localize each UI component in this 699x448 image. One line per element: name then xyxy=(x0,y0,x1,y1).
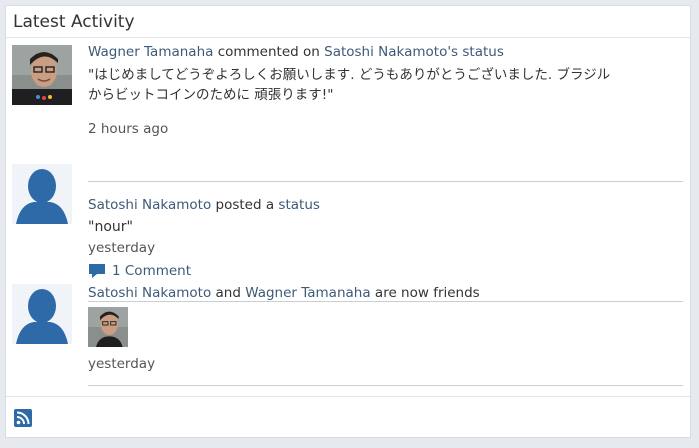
comments-count: 1 Comment xyxy=(112,263,192,279)
rss-feed-icon[interactable] xyxy=(14,409,32,427)
activity-headline-3: Satoshi Nakamoto and Wagner Tamanaha are… xyxy=(88,284,683,302)
friend-thumbnail[interactable] xyxy=(88,307,128,347)
avatar-satoshi[interactable] xyxy=(12,284,72,344)
activity-headline-1: Wagner Tamanaha commented on Satoshi Nak… xyxy=(88,43,683,61)
comment-text: "はじめましてどうぞよろしくお願いします. どうもありがとうございました. ブラ… xyxy=(88,65,683,105)
actor-link[interactable]: Satoshi Nakamoto xyxy=(88,197,211,213)
activity-content-2: Satoshi Nakamoto posted a status "nour" … xyxy=(88,196,683,283)
comment-text-line-1: "はじめましてどうぞよろしくお願いします. どうもありがとうございました. ブラ… xyxy=(88,67,611,83)
comment-text-line-2: からビットコインのために 頑張ります!" xyxy=(88,87,334,103)
separator xyxy=(88,385,683,386)
speech-bubble-icon xyxy=(89,264,105,278)
friend-link[interactable]: Wagner Tamanaha xyxy=(245,285,370,301)
actor-link[interactable]: Satoshi Nakamoto xyxy=(88,285,211,301)
timestamp: yesterday xyxy=(88,356,156,372)
wagner-photo-icon xyxy=(88,307,128,347)
panel-footer xyxy=(6,396,690,437)
panel-header: Latest Activity xyxy=(6,6,690,38)
activity-verb: posted a xyxy=(215,197,275,213)
activity-headline-2: Satoshi Nakamoto posted a status xyxy=(88,196,683,214)
wagner-photo-icon xyxy=(12,45,72,105)
target-link[interactable]: status xyxy=(278,197,319,213)
target-link[interactable]: Satoshi Nakamoto's status xyxy=(324,44,504,60)
timestamp: 2 hours ago xyxy=(88,121,169,137)
avatar-wagner[interactable] xyxy=(12,45,72,105)
person-silhouette-icon xyxy=(12,164,72,224)
avatar-satoshi[interactable] xyxy=(12,164,72,224)
panel-title: Latest Activity xyxy=(13,11,135,32)
person-silhouette-icon xyxy=(12,284,72,344)
activity-content-3: Satoshi Nakamoto and Wagner Tamanaha are… xyxy=(88,284,683,372)
status-text: "nour" xyxy=(88,219,133,235)
timestamp: yesterday xyxy=(88,240,156,256)
comments-link[interactable]: 1 Comment xyxy=(88,263,191,279)
actor-link[interactable]: Wagner Tamanaha xyxy=(88,44,213,60)
activity-verb: and xyxy=(215,285,241,301)
separator xyxy=(88,181,683,182)
latest-activity-panel: Latest Activity Wagner Tamanaha commente… xyxy=(5,5,691,438)
activity-verb: commented on xyxy=(217,44,320,60)
comment-row: 1 Comment xyxy=(88,263,683,283)
activity-suffix: are now friends xyxy=(374,285,480,301)
activity-content-1: Wagner Tamanaha commented on Satoshi Nak… xyxy=(88,43,683,137)
